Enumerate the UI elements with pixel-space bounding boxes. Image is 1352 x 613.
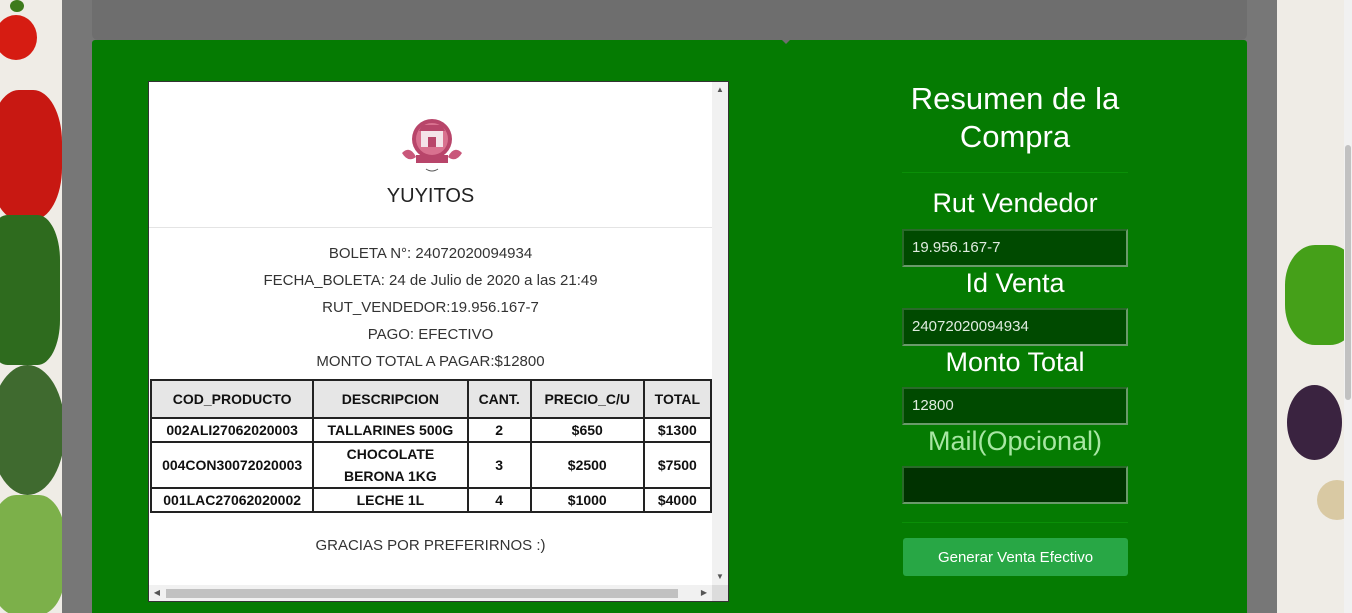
column-header: COD_PRODUCTO — [149, 379, 315, 419]
cell-codigo: 004CON30072020003 — [149, 441, 315, 489]
cell-total: $1300 — [642, 417, 712, 443]
cell-codigo: 001LAC27062020002 — [149, 487, 315, 513]
monto-total-label: Monto Total — [945, 347, 1085, 377]
table-row: 004CON30072020003 CHOCOLATE BERONA 1KG 3… — [149, 441, 712, 489]
mail-label: Mail(Opcional) — [927, 426, 1103, 456]
boleta-number: BOLETA N°: 24072020094934 — [328, 245, 533, 262]
cell-precio: $650 — [529, 417, 645, 443]
scroll-left-icon[interactable]: ◀ — [149, 585, 165, 601]
cell-descripcion: LECHE 1L — [312, 487, 469, 513]
cell-precio: $2500 — [529, 441, 645, 489]
generar-venta-button[interactable]: Generar Venta Efectivo — [903, 538, 1128, 576]
scroll-right-icon[interactable]: ▶ — [696, 585, 712, 601]
cell-cantidad: 2 — [466, 417, 532, 443]
thanks-message: GRACIAS POR PREFERIRNOS :) — [315, 537, 546, 554]
scrollbar-corner — [712, 585, 728, 601]
products-table: COD_PRODUCTO DESCRIPCION CANT. PRECIO_C/… — [149, 379, 712, 513]
column-header: PRECIO_C/U — [529, 379, 645, 419]
divider — [902, 172, 1128, 173]
column-header: TOTAL — [642, 379, 712, 419]
mail-input[interactable] — [902, 466, 1128, 504]
id-venta-label: Id Venta — [965, 268, 1065, 298]
receipt-content: YUYITOS BOLETA N°: 24072020094934 FECHA_… — [149, 82, 712, 585]
cell-cantidad: 4 — [466, 487, 532, 513]
modal-notch — [782, 40, 790, 44]
boleta-date: FECHA_BOLETA: 24 de Julio de 2020 a las … — [263, 272, 598, 289]
scroll-down-icon[interactable]: ▼ — [712, 569, 728, 585]
receipt-frame[interactable]: YUYITOS BOLETA N°: 24072020094934 FECHA_… — [148, 81, 729, 602]
seller-rut: RUT_VENDEDOR:19.956.167-7 — [322, 299, 539, 316]
cell-descripcion: CHOCOLATE BERONA 1KG — [312, 441, 469, 489]
horizontal-scroll-thumb[interactable] — [166, 589, 678, 598]
table-row: 001LAC27062020002 LECHE 1L 4 $1000 $4000 — [149, 487, 712, 513]
column-header: DESCRIPCION — [312, 379, 469, 419]
background-vegetables-right — [1277, 0, 1352, 613]
modal-header-bar — [92, 0, 1247, 40]
total-amount: MONTO TOTAL A PAGAR:$12800 — [316, 353, 545, 370]
background-vegetables-left — [0, 0, 62, 613]
table-header-row: COD_PRODUCTO DESCRIPCION CANT. PRECIO_C/… — [149, 379, 712, 419]
receipt-header: YUYITOS — [149, 82, 712, 228]
rut-vendedor-label: Rut Vendedor — [932, 188, 1098, 218]
store-name: YUYITOS — [386, 185, 475, 207]
cell-cantidad: 3 — [466, 441, 532, 489]
monto-total-input[interactable]: 12800 — [902, 387, 1128, 425]
column-header: CANT. — [466, 379, 532, 419]
divider — [902, 522, 1128, 523]
receipt-info: BOLETA N°: 24072020094934 FECHA_BOLETA: … — [149, 228, 712, 375]
table-row: 002ALI27062020003 TALLARINES 500G 2 $650… — [149, 417, 712, 443]
summary-title: Resumen de la Compra — [910, 81, 1120, 154]
rut-vendedor-input[interactable]: 19.956.167-7 — [902, 229, 1128, 267]
receipt-horizontal-scrollbar[interactable]: ◀ ▶ — [149, 585, 712, 601]
cell-descripcion: TALLARINES 500G — [312, 417, 469, 443]
receipt-vertical-scrollbar[interactable]: ▲ ▼ — [712, 82, 728, 585]
page-scroll-thumb[interactable] — [1345, 145, 1351, 400]
cell-codigo: 002ALI27062020003 — [149, 417, 315, 443]
scroll-up-icon[interactable]: ▲ — [712, 82, 728, 98]
cell-total: $4000 — [642, 487, 712, 513]
payment-method: PAGO: EFECTIVO — [367, 326, 494, 343]
id-venta-input[interactable]: 24072020094934 — [902, 308, 1128, 346]
cell-precio: $1000 — [529, 487, 645, 513]
cell-total: $7500 — [642, 441, 712, 489]
store-logo-icon — [402, 119, 462, 172]
